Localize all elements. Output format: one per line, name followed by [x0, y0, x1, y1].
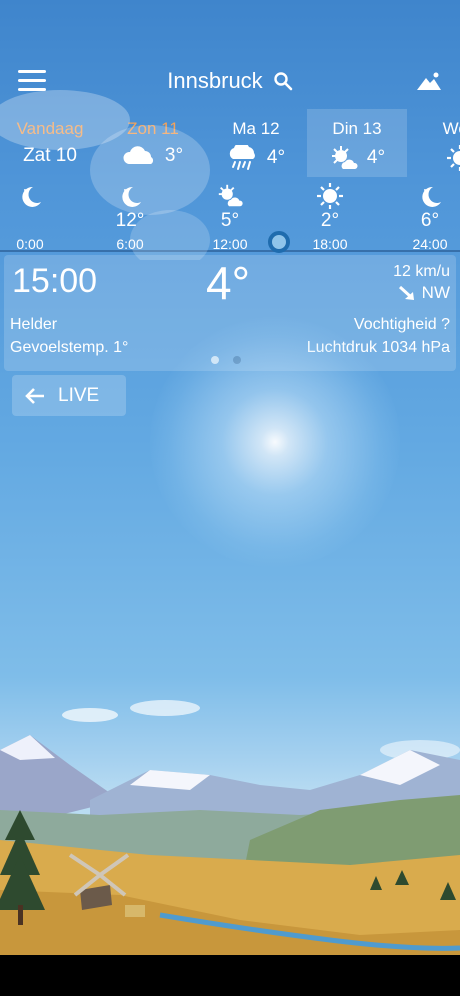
- day-tab-tue13[interactable]: Din 13 4°: [307, 109, 407, 177]
- landscape-icon[interactable]: [416, 70, 442, 92]
- arrow-left-icon: [25, 387, 44, 404]
- wind-direction-label: NW: [421, 283, 450, 302]
- hour-temp: 2°: [320, 210, 340, 231]
- day-name: Din 13: [332, 119, 382, 138]
- system-nav-bar: [0, 955, 460, 996]
- moon-icon: [422, 186, 441, 207]
- sun-cloud-icon: [331, 146, 358, 169]
- live-label: LIVE: [58, 384, 100, 406]
- day-temp: 4°: [266, 147, 286, 168]
- detail-time: 15:00: [12, 262, 98, 300]
- landscape-scene: [0, 700, 460, 960]
- day-tab-wed[interactable]: Woe: [410, 109, 460, 177]
- day-name: Woe: [442, 119, 460, 138]
- sun-icon: [317, 183, 343, 209]
- day-temp: 4°: [366, 147, 386, 168]
- condition: Helder: [10, 316, 58, 333]
- feels-like: Gevoelstemp. 1°: [10, 339, 129, 356]
- hour-item[interactable]: 6° 24:00: [400, 180, 460, 252]
- timeline-scrubber[interactable]: [268, 231, 290, 253]
- detail-temperature: 4°: [206, 257, 250, 309]
- hour-item[interactable]: 2° 18:00: [300, 180, 360, 252]
- humidity: Vochtigheid ?: [353, 316, 450, 333]
- cloud-decoration: [0, 90, 210, 260]
- wind-speed: 12 km/u: [393, 263, 450, 280]
- hour-temp: 6°: [420, 210, 440, 231]
- live-button[interactable]: LIVE: [12, 375, 126, 416]
- search-icon[interactable]: [273, 71, 293, 91]
- sun-glow: [150, 317, 400, 567]
- wind-direction: NW: [398, 283, 450, 303]
- sun-icon: [447, 145, 460, 171]
- wind-arrow-icon: [398, 285, 414, 300]
